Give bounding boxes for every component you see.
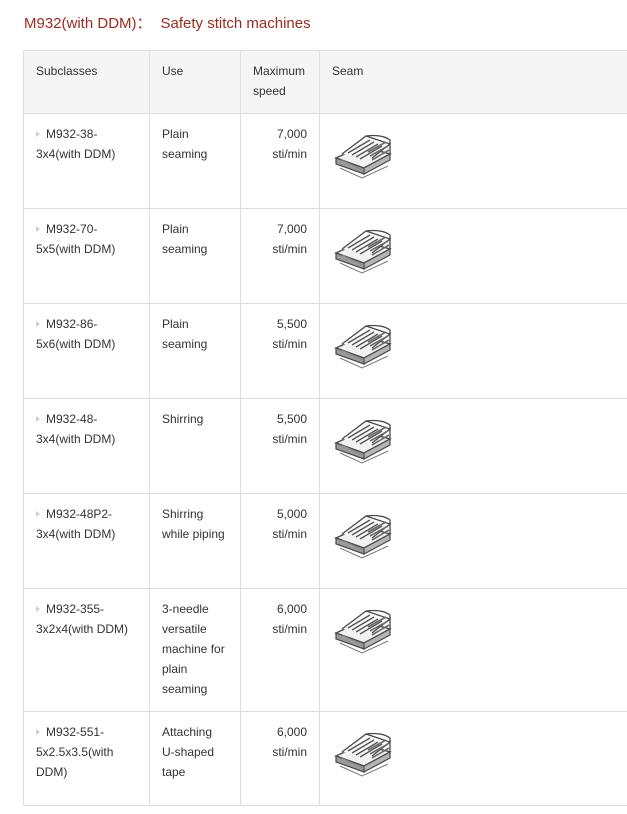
table-row: M932-86-5x6(with DDM) Plain seaming 5,50… <box>23 303 627 399</box>
bullet-icon <box>36 416 40 422</box>
bullet-icon <box>36 131 40 137</box>
cell-subclass: M932-355-3x2x4(with DDM) <box>23 588 150 712</box>
cell-use: Attaching U-shaped tape <box>149 711 241 806</box>
seam-diagram-icon <box>332 320 396 374</box>
table-row: M932-551-5x2.5x3.5(with DDM) Attaching U… <box>23 711 627 806</box>
seam-diagram-icon <box>332 225 396 279</box>
cell-speed: 7,000 sti/min <box>240 113 320 209</box>
bullet-icon <box>36 606 40 612</box>
table-row: M932-48P2-3x4(with DDM) Shirring while p… <box>23 493 627 589</box>
bullet-icon <box>36 226 40 232</box>
table-header-row: Subclasses Use Maximum speed Seam <box>23 50 627 114</box>
subclass-link[interactable]: M932-86-5x6(with DDM) <box>36 317 115 351</box>
seam-diagram-icon <box>332 728 396 782</box>
cell-use: Shirring <box>149 398 241 494</box>
header-subclasses: Subclasses <box>23 50 150 114</box>
bullet-icon <box>36 511 40 517</box>
cell-subclass: M932-48-3x4(with DDM) <box>23 398 150 494</box>
table-row: M932-38-3x4(with DDM) Plain seaming 7,00… <box>23 113 627 209</box>
subclass-link[interactable]: M932-70-5x5(with DDM) <box>36 222 115 256</box>
cell-seam <box>319 398 627 494</box>
cell-subclass: M932-86-5x6(with DDM) <box>23 303 150 399</box>
cell-use: Shirring while piping <box>149 493 241 589</box>
table-row: M932-70-5x5(with DDM) Plain seaming 7,00… <box>23 208 627 304</box>
cell-subclass: M932-70-5x5(with DDM) <box>23 208 150 304</box>
seam-diagram-icon <box>332 510 396 564</box>
cell-speed: 5,500 sti/min <box>240 398 320 494</box>
seam-diagram-icon <box>332 130 396 184</box>
cell-speed: 5,000 sti/min <box>240 493 320 589</box>
subclass-link[interactable]: M932-48-3x4(with DDM) <box>36 412 115 446</box>
subclass-link[interactable]: M932-355-3x2x4(with DDM) <box>36 602 128 636</box>
cell-speed: 6,000 sti/min <box>240 588 320 712</box>
page-title: M932(with DDM)： Safety stitch machines <box>24 12 311 33</box>
cell-seam <box>319 208 627 304</box>
header-use: Use <box>149 50 241 114</box>
cell-use: Plain seaming <box>149 303 241 399</box>
cell-subclass: M932-48P2-3x4(with DDM) <box>23 493 150 589</box>
cell-seam <box>319 711 627 806</box>
bullet-icon <box>36 321 40 327</box>
title-model: M932(with DDM) <box>24 15 137 32</box>
cell-seam <box>319 493 627 589</box>
subclass-link[interactable]: M932-48P2-3x4(with DDM) <box>36 507 115 541</box>
cell-subclass: M932-38-3x4(with DDM) <box>23 113 150 209</box>
cell-seam <box>319 113 627 209</box>
spec-table: Subclasses Use Maximum speed Seam M932-3… <box>23 50 627 806</box>
bullet-icon <box>36 729 40 735</box>
title-category: Safety stitch machines <box>160 15 311 32</box>
cell-use: 3-needle versatile machine for plain sea… <box>149 588 241 712</box>
header-maximum-speed: Maximum speed <box>240 50 320 114</box>
header-seam: Seam <box>319 50 627 114</box>
subclass-link[interactable]: M932-38-3x4(with DDM) <box>36 127 115 161</box>
cell-use: Plain seaming <box>149 113 241 209</box>
subclass-link[interactable]: M932-551-5x2.5x3.5(with DDM) <box>36 725 113 779</box>
table-row: M932-48-3x4(with DDM) Shirring 5,500 sti… <box>23 398 627 494</box>
cell-seam <box>319 303 627 399</box>
seam-diagram-icon <box>332 415 396 469</box>
table-row: M932-355-3x2x4(with DDM) 3-needle versat… <box>23 588 627 712</box>
title-separator: ： <box>136 15 152 32</box>
cell-speed: 6,000 sti/min <box>240 711 320 806</box>
cell-seam <box>319 588 627 712</box>
cell-subclass: M932-551-5x2.5x3.5(with DDM) <box>23 711 150 806</box>
cell-use: Plain seaming <box>149 208 241 304</box>
seam-diagram-icon <box>332 605 396 659</box>
cell-speed: 5,500 sti/min <box>240 303 320 399</box>
cell-speed: 7,000 sti/min <box>240 208 320 304</box>
